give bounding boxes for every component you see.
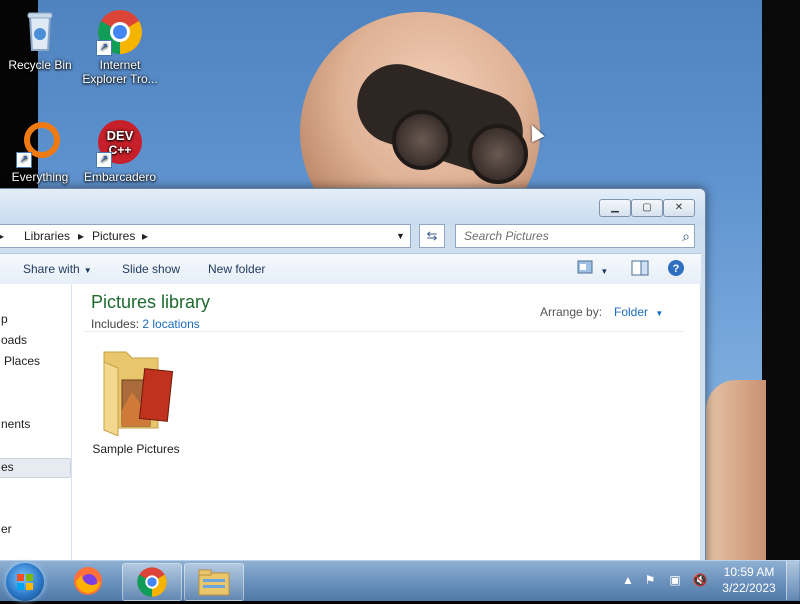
chrome-icon: ↗: [96, 8, 144, 56]
view-options-button[interactable]: ▼: [577, 260, 608, 277]
search-icon: ⌕: [682, 228, 690, 244]
desktop-icon-everything[interactable]: ↗ Everything: [2, 120, 78, 184]
network-icon[interactable]: ▣: [667, 572, 683, 588]
wallpaper-shoulder: [706, 380, 766, 560]
nav-item[interactable]: er: [0, 522, 69, 540]
shortcut-arrow-icon: ↗: [96, 40, 112, 56]
help-button[interactable]: ?: [667, 259, 685, 280]
wallpaper-goggle-lens-left: [392, 110, 452, 170]
command-bar: Share with ▼ Slide show New folder ▼ ?: [0, 253, 701, 285]
view-icon: [577, 260, 593, 274]
breadcrumb-separator-icon[interactable]: ▸: [78, 229, 84, 243]
chevron-down-icon: ▼: [655, 309, 664, 318]
everything-icon: ↗: [16, 120, 64, 168]
explorer-taskbar-button[interactable]: [184, 563, 244, 601]
desktop-icon-recycle-bin[interactable]: Recycle Bin: [2, 8, 78, 72]
firefox-icon: [74, 567, 102, 595]
breadcrumb-separator-icon[interactable]: ▸: [142, 229, 148, 243]
chevron-down-icon: ▼: [83, 266, 92, 275]
shortcut-arrow-icon: ↗: [96, 152, 112, 168]
content-pane: Pictures library Includes: 2 locations A…: [72, 284, 700, 569]
includes-line: Includes: 2 locations: [91, 317, 200, 331]
share-with-button[interactable]: Share with ▼: [23, 262, 92, 276]
svg-text:?: ?: [673, 263, 680, 275]
nav-item[interactable]: Places: [0, 354, 69, 372]
wallpaper-goggle-lens-right: [468, 124, 528, 184]
explorer-window: ▁ ▢ ✕ ▸ Libraries ▸ Pictures ▸ ▼ ⇆ Searc…: [0, 188, 706, 570]
desktop-icon-label: Everything: [11, 170, 69, 184]
show-desktop-button[interactable]: [786, 561, 799, 600]
help-icon: ?: [668, 260, 684, 276]
close-button[interactable]: ✕: [663, 199, 695, 217]
header-divider: [84, 331, 684, 332]
show-hidden-icons-icon[interactable]: ▲: [620, 572, 636, 588]
arrange-by-dropdown[interactable]: Folder ▼: [614, 305, 663, 319]
wallpaper-dark-edge-right: [762, 0, 800, 600]
nav-item-label: nents: [1, 417, 31, 431]
nav-item[interactable]: p: [0, 312, 69, 330]
desktop-icon-embarcadero[interactable]: DEV C++ ↗ Embarcadero: [82, 120, 158, 184]
minimize-button[interactable]: ▁: [599, 199, 631, 217]
desktop-icon-label: Embarcadero: [83, 170, 157, 184]
folder-sample-pictures[interactable]: Sample Pictures: [86, 340, 186, 456]
clock-date: 3/22/2023: [722, 581, 776, 595]
svg-text:DEV: DEV: [107, 128, 134, 143]
svg-text:C++: C++: [109, 143, 132, 157]
library-title: Pictures library: [91, 292, 211, 312]
desktop-icon-label: Internet Explorer Tro...: [82, 58, 158, 86]
desktop-icon-internet-explorer[interactable]: ↗ Internet Explorer Tro...: [82, 8, 158, 86]
chevron-down-icon: ▼: [600, 267, 609, 276]
nav-item-label: es: [1, 460, 14, 474]
nav-item[interactable]: nents: [0, 417, 69, 435]
chrome-taskbar-button[interactable]: [122, 563, 182, 601]
breadcrumb-pictures[interactable]: Pictures: [92, 229, 135, 243]
windows-logo-icon: [17, 574, 33, 590]
pictures-folder-icon: [103, 351, 174, 437]
recycle-bin-icon: [16, 8, 64, 56]
maximize-button[interactable]: ▢: [631, 199, 663, 217]
action-center-flag-icon[interactable]: ⚑: [642, 572, 658, 588]
desktop-icon-label: Recycle Bin: [8, 58, 72, 72]
preview-pane-icon: [631, 260, 649, 276]
locations-link[interactable]: 2 locations: [142, 317, 199, 331]
arrange-by-value: Folder: [614, 305, 649, 319]
slide-show-button[interactable]: Slide show: [122, 262, 180, 276]
breadcrumb-libraries[interactable]: Libraries: [24, 229, 70, 243]
nav-item[interactable]: oads: [0, 333, 69, 351]
includes-label: Includes:: [91, 317, 140, 331]
share-with-label: Share with: [23, 262, 80, 276]
window-titlebar[interactable]: ▁ ▢ ✕: [0, 189, 705, 225]
folder-label: Sample Pictures: [92, 442, 180, 456]
address-bar[interactable]: ▸ Libraries ▸ Pictures ▸ ▼: [0, 224, 411, 248]
shortcut-arrow-icon: ↗: [16, 152, 32, 168]
address-dropdown-icon[interactable]: ▼: [396, 231, 405, 241]
address-bar-row: ▸ Libraries ▸ Pictures ▸ ▼ ⇆ Search Pict…: [0, 223, 701, 251]
refresh-button[interactable]: ⇆: [419, 224, 445, 248]
system-clock[interactable]: 10:59 AM 3/22/2023: [716, 564, 782, 596]
dev-cpp-icon: DEV C++ ↗: [96, 120, 144, 168]
clock-time: 10:59 AM: [723, 565, 775, 579]
chrome-icon: [137, 567, 167, 597]
breadcrumb-separator-icon: ▸: [0, 229, 5, 243]
navigation-pane: p oads Places nents es er: [0, 284, 72, 569]
start-button[interactable]: [6, 563, 44, 601]
search-placeholder: Search Pictures: [464, 229, 549, 243]
search-input[interactable]: Search Pictures ⌕: [455, 224, 695, 248]
nav-item-label: p: [1, 312, 8, 326]
preview-pane-button[interactable]: [631, 260, 649, 279]
volume-muted-icon[interactable]: 🔇: [692, 572, 708, 588]
arrange-by-label: Arrange by:: [540, 305, 603, 319]
new-folder-button[interactable]: New folder: [208, 262, 265, 276]
nav-item-label: oads: [1, 333, 28, 347]
nav-item-selected[interactable]: es: [0, 458, 71, 478]
nav-item-label: Places: [4, 354, 41, 368]
firefox-taskbar-button[interactable]: [72, 565, 104, 597]
explorer-icon: [198, 569, 230, 596]
nav-item-label: er: [1, 522, 12, 536]
